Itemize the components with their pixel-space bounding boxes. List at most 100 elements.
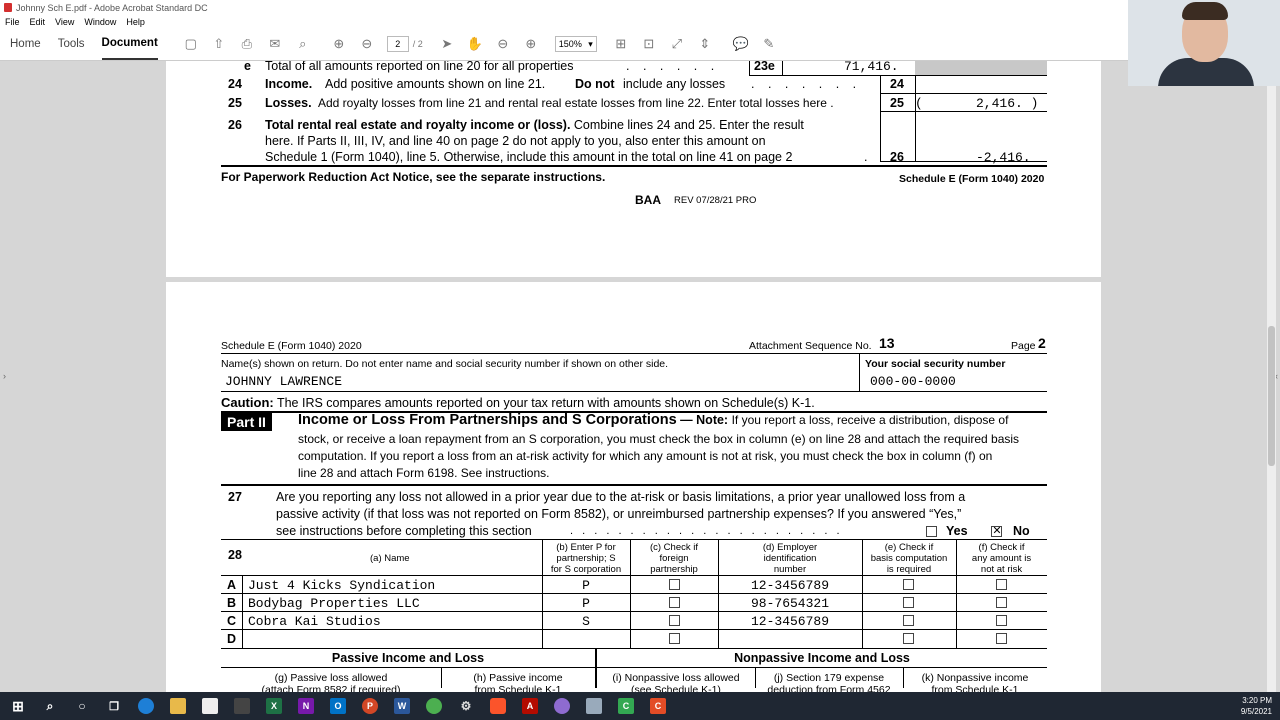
line-25-amount: 2,416. ) [976,96,1039,111]
scroll-mode-icon[interactable]: ⇕ [697,36,713,52]
row-c-basis-checkbox[interactable] [903,615,914,626]
next-page-icon[interactable]: ⊖ [359,36,375,52]
scrollbar-thumb[interactable] [1268,326,1275,466]
media-player-icon[interactable] [234,698,250,714]
rotate-icon[interactable]: ⊡ [641,36,657,52]
vertical-scrollbar[interactable] [1267,61,1276,692]
edge-icon[interactable] [138,698,154,714]
zoom-in-icon[interactable]: ⊕ [523,36,539,52]
col-h-header: (h) Passive income from Schedule K-1 [441,672,595,692]
row-b-foreign-checkbox[interactable] [669,597,680,608]
recorder-icon[interactable]: C [650,698,666,714]
outlook-icon[interactable]: O [330,698,346,714]
page-number-input[interactable]: 2 [386,36,409,52]
row-c-letter: C [227,614,237,628]
row-d-foreign-checkbox[interactable] [669,633,680,644]
brave-icon[interactable] [490,698,506,714]
hand-tool-icon[interactable]: ✋ [467,36,483,52]
acrobat-icon[interactable]: A [522,698,538,714]
menu-help[interactable]: Help [126,17,145,27]
row-a-basis-checkbox[interactable] [903,579,914,590]
names-label: Name(s) shown on return. Do not enter na… [221,358,669,370]
row-b-ein[interactable]: 98-7654321 [718,596,862,611]
windows-start-icon[interactable]: ⊞ [10,698,26,714]
cortana-icon[interactable]: ○ [74,698,90,714]
col-c-line1: (c) Check if [649,542,699,553]
full-screen-icon[interactable]: ⤢ [669,36,685,52]
row-c-type[interactable]: S [542,614,630,629]
row-a-foreign-checkbox[interactable] [669,579,680,590]
part-ii-tag: Part II [221,413,272,431]
row-c-ein[interactable]: 12-3456789 [718,614,862,629]
menu-window[interactable]: Window [84,17,116,27]
search-icon[interactable]: ⌕ [42,698,58,714]
taxpayer-name: JOHNNY LAWRENCE [225,374,343,389]
menu-edit[interactable]: Edit [30,17,46,27]
save-icon[interactable]: ▢ [183,36,199,52]
nonpassive-title: Nonpassive Income and Loss [734,651,910,665]
col-f-line3: not at risk [980,564,1023,575]
chrome-icon[interactable] [426,698,442,714]
row-c-foreign-checkbox[interactable] [669,615,680,626]
q27-yes-checkbox[interactable] [926,526,937,537]
left-pane-arrow-icon[interactable]: › [3,371,6,381]
line-23e-amount: 71,416. [844,61,899,74]
row-a-letter: A [227,578,237,592]
prev-page-icon[interactable]: ⊕ [331,36,347,52]
page-total: / 2 [412,39,423,49]
q27-num: 27 [228,490,242,504]
row-b-atrisk-checkbox[interactable] [996,597,1007,608]
system-clock[interactable]: 3:20 PM 9/5/2021 [1241,695,1272,717]
row-b-basis-checkbox[interactable] [903,597,914,608]
row-b-name[interactable]: Bodybag Properties LLC [248,596,420,611]
zoom-out-icon[interactable]: ⊖ [495,36,511,52]
settings-gear-icon[interactable]: ⚙ [458,698,474,714]
line-24-text2: include any losses [623,77,726,91]
document-viewport[interactable]: › ‹ e Total of all amounts reported on l… [0,61,1280,692]
row-a-name[interactable]: Just 4 Kicks Syndication [248,578,435,593]
mail-icon[interactable]: ✉ [267,36,283,52]
row-d-atrisk-checkbox[interactable] [996,633,1007,644]
file-explorer-icon[interactable] [170,698,186,714]
comment-icon[interactable]: 💬 [733,36,749,52]
row-c-name[interactable]: Cobra Kai Studios [248,614,381,629]
col-k-line2: from Schedule K-1 [931,684,1019,692]
onenote-icon[interactable]: N [298,698,314,714]
tab-home[interactable]: Home [10,28,41,60]
search-icon[interactable]: ⌕ [295,36,311,52]
row-b-type[interactable]: P [542,596,630,611]
powerpoint-icon[interactable]: P [362,698,378,714]
app-purple-icon[interactable] [554,698,570,714]
row-a-atrisk-checkbox[interactable] [996,579,1007,590]
excel-icon[interactable]: X [266,698,282,714]
row-a-type[interactable]: P [542,578,630,593]
col-d-line2: identification [763,553,817,564]
tab-tools[interactable]: Tools [58,28,85,60]
menu-file[interactable]: File [5,17,20,27]
camtasia-icon[interactable]: C [618,698,634,714]
caution-line: Caution: The IRS compares amounts report… [221,395,815,411]
webcam-overlay [1128,0,1280,86]
row-c-atrisk-checkbox[interactable] [996,615,1007,626]
col-d-line1: (d) Employer [762,542,818,553]
zoom-select[interactable]: 150% ▾ [554,36,597,52]
col-f-header: (f) Check if any amount is not at risk [956,542,1047,575]
q27-no-checkbox[interactable] [991,525,1002,538]
pen-icon[interactable]: ✎ [761,36,777,52]
word-icon[interactable]: W [394,698,410,714]
task-view-icon[interactable]: ❐ [106,698,122,714]
fit-page-icon[interactable]: ⊞ [613,36,629,52]
print-icon[interactable]: ⎙ [239,36,255,52]
store-icon[interactable] [202,698,218,714]
row-d-basis-checkbox[interactable] [903,633,914,644]
row-a-ein[interactable]: 12-3456789 [718,578,862,593]
select-cursor-icon[interactable]: ➤ [439,36,455,52]
clock-date: 9/5/2021 [1240,707,1272,716]
app-pen-icon[interactable] [586,698,602,714]
line-23e-box: 23e [754,61,775,73]
tab-document[interactable]: Document [101,28,158,60]
row-d-letter: D [227,632,237,646]
menu-view[interactable]: View [55,17,74,27]
q27-line2: passive activity (if that loss was not r… [276,507,962,521]
upload-icon[interactable]: ⇧ [211,36,227,52]
